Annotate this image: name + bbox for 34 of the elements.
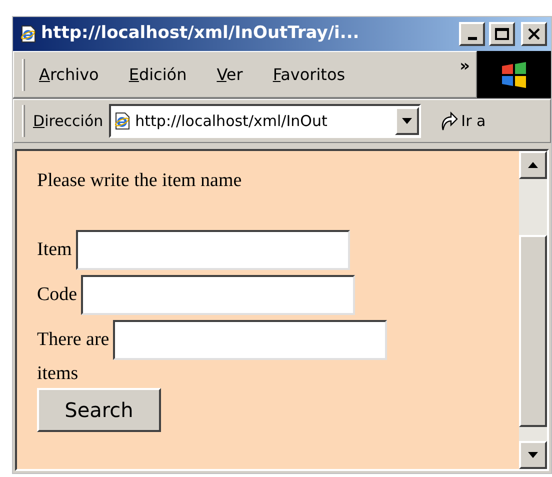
scroll-down-button[interactable] <box>519 441 547 469</box>
scroll-up-button[interactable] <box>519 151 547 179</box>
text-input[interactable] <box>81 275 356 315</box>
menu-item[interactable]: Ver <box>216 62 243 86</box>
vertical-scrollbar[interactable] <box>519 151 547 469</box>
address-field[interactable]: http://localhost/xml/InOut <box>109 104 422 138</box>
menu-item[interactable]: Archivo <box>39 62 99 86</box>
minimize-button[interactable] <box>459 22 485 46</box>
field-label: Code <box>37 282 78 307</box>
windows-flag-icon <box>499 60 529 90</box>
page-heading: Please write the item name <box>37 169 243 193</box>
browser-page-icon <box>19 25 37 43</box>
close-icon <box>528 28 540 40</box>
field-label: Item <box>37 238 72 262</box>
go-button[interactable]: Ir a <box>439 110 486 132</box>
address-label: Dirección <box>33 110 104 132</box>
down-arrow-icon <box>528 452 538 458</box>
search-button[interactable]: Search <box>37 388 161 432</box>
text-input[interactable] <box>76 230 350 270</box>
page-icon <box>113 112 132 130</box>
maximize-button[interactable] <box>489 22 515 46</box>
menu-overflow-chevron[interactable]: » <box>460 54 470 78</box>
text-input[interactable] <box>113 320 388 360</box>
menu-item[interactable]: Favoritos <box>272 62 346 86</box>
curved-arrow-icon <box>439 110 460 132</box>
scroll-thumb[interactable] <box>519 235 547 427</box>
close-button[interactable] <box>521 22 547 46</box>
dropdown-arrow-icon <box>402 118 412 124</box>
field-label: There are <box>37 328 110 352</box>
dropdown-button[interactable] <box>395 107 420 135</box>
window-title: http://localhost/xml/InOutTray/i... <box>41 22 360 46</box>
menu-item[interactable]: Edición <box>128 62 187 86</box>
trailing-text: items <box>37 362 80 386</box>
up-arrow-icon <box>528 162 538 168</box>
